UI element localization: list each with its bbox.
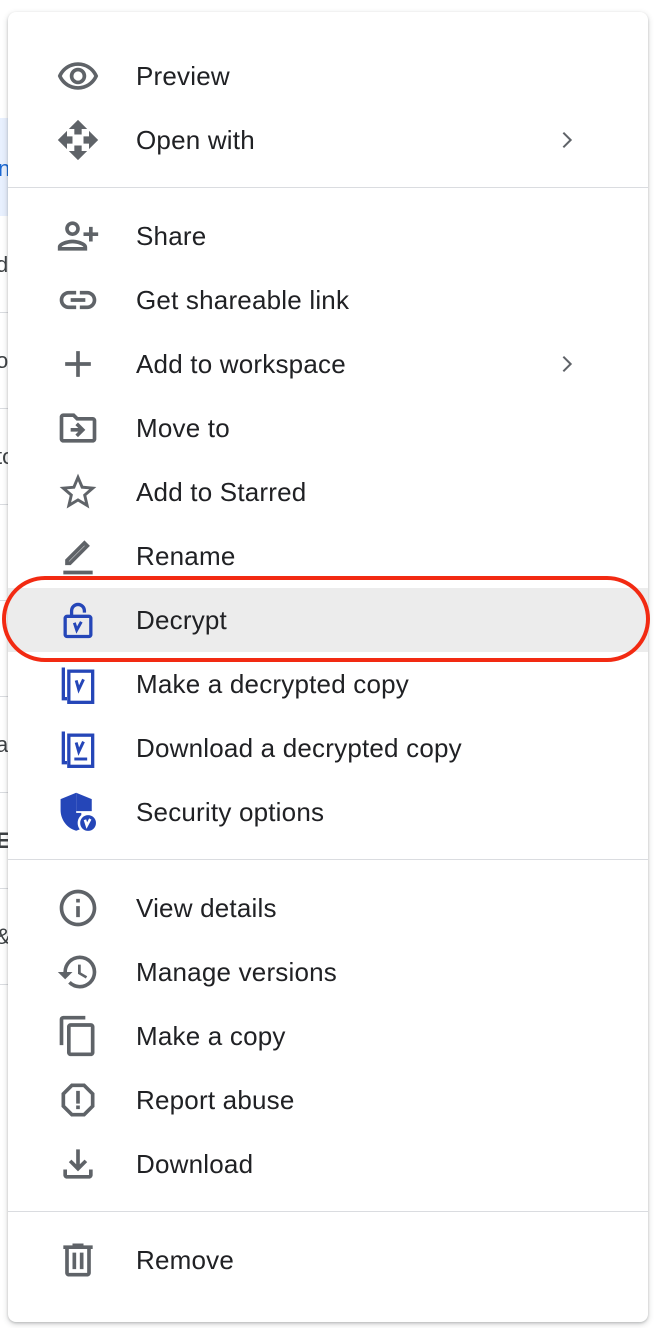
menu-item-label: Download a decrypted copy <box>136 732 462 763</box>
menu-item-view-details[interactable]: View details <box>8 876 648 940</box>
menu-item-label: Share <box>136 220 207 251</box>
menu-divider <box>8 859 648 860</box>
menu-item-label: Report abuse <box>136 1084 295 1115</box>
menu-item-label: Preview <box>136 60 230 91</box>
pencil-icon <box>56 534 100 578</box>
menu-item-make-copy[interactable]: Make a copy <box>8 1004 648 1068</box>
menu-item-label: Move to <box>136 412 230 443</box>
move-arrows-icon <box>56 118 100 162</box>
menu-item-label: Rename <box>136 540 236 571</box>
menu-item-move-to[interactable]: Move to <box>8 396 648 460</box>
chevron-right-icon <box>562 355 573 373</box>
star-icon <box>56 470 100 514</box>
history-icon <box>56 950 100 994</box>
decrypted-copy-icon <box>56 662 100 706</box>
shield-icon <box>56 790 100 834</box>
menu-item-report-abuse[interactable]: Report abuse <box>8 1068 648 1132</box>
menu-item-manage-versions[interactable]: Manage versions <box>8 940 648 1004</box>
menu-divider <box>8 1211 648 1212</box>
menu-item-label: Download <box>136 1148 254 1179</box>
menu-item-open-with[interactable]: Open with <box>8 108 648 172</box>
context-menu: Preview Open with Share Get shareable li… <box>8 12 648 1322</box>
menu-item-preview[interactable]: Preview <box>8 44 648 108</box>
menu-item-add-starred[interactable]: Add to Starred <box>8 460 648 524</box>
background-row-glyph: o <box>0 348 8 374</box>
menu-item-label: Add to Starred <box>136 476 307 507</box>
menu-item-label: Make a decrypted copy <box>136 668 410 699</box>
chevron-right-icon <box>562 131 573 149</box>
background-row-glyph: d <box>0 252 8 278</box>
menu-item-get-link[interactable]: Get shareable link <box>8 268 648 332</box>
menu-item-decrypted-copy[interactable]: Make a decrypted copy <box>8 652 648 716</box>
menu-item-decrypt[interactable]: Decrypt <box>8 588 648 652</box>
menu-item-label: Open with <box>136 124 255 155</box>
download-decrypted-icon <box>56 726 100 770</box>
menu-item-label: Get shareable link <box>136 284 350 315</box>
menu-item-download-decrypted[interactable]: Download a decrypted copy <box>8 716 648 780</box>
menu-item-remove[interactable]: Remove <box>8 1228 648 1292</box>
info-icon <box>56 886 100 930</box>
menu-item-label: Manage versions <box>136 956 337 987</box>
eye-icon <box>56 54 100 98</box>
menu-item-label: Decrypt <box>136 604 227 635</box>
person-add-icon <box>56 214 100 258</box>
menu-item-label: Make a copy <box>136 1020 286 1051</box>
menu-item-label: View details <box>136 892 277 923</box>
download-icon <box>56 1142 100 1186</box>
menu-item-security-options[interactable]: Security options <box>8 780 648 844</box>
menu-item-label: Security options <box>136 796 325 827</box>
menu-item-add-workspace[interactable]: Add to workspace <box>8 332 648 396</box>
unlock-icon <box>56 598 100 642</box>
plus-icon <box>56 342 100 386</box>
trash-icon <box>56 1238 100 1282</box>
menu-item-share[interactable]: Share <box>8 204 648 268</box>
folder-move-icon <box>56 406 100 450</box>
menu-item-download[interactable]: Download <box>8 1132 648 1196</box>
copy-icon <box>56 1014 100 1058</box>
menu-divider <box>8 187 648 188</box>
link-icon <box>56 278 100 322</box>
menu-item-label: Add to workspace <box>136 348 346 379</box>
menu-item-rename[interactable]: Rename <box>8 524 648 588</box>
menu-item-label: Remove <box>136 1244 235 1275</box>
report-icon <box>56 1078 100 1122</box>
